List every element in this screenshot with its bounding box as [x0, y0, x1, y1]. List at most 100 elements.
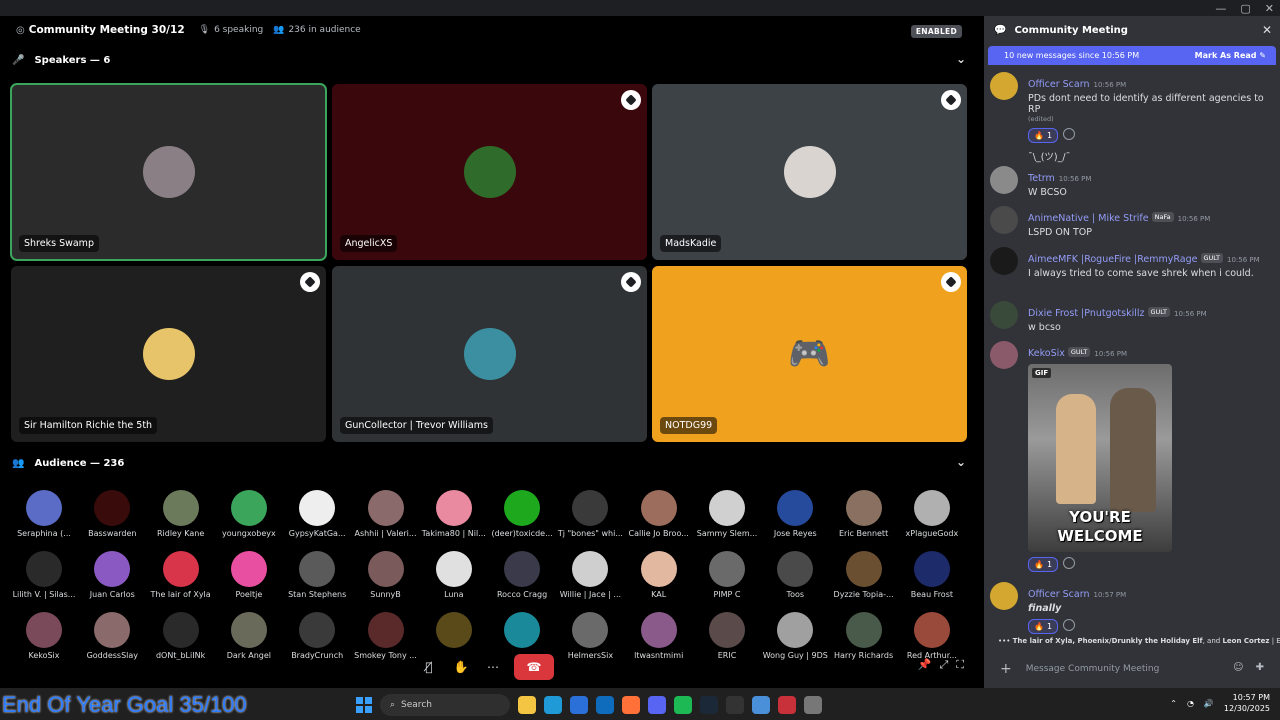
- taskbar-search[interactable]: ⌕ Search: [380, 694, 510, 716]
- clock[interactable]: 10:57 PM 12/30/2025: [1224, 692, 1270, 714]
- app-icon-store[interactable]: [570, 696, 588, 714]
- audience-member[interactable]: Willie | Jace | ...: [556, 551, 624, 599]
- audience-member[interactable]: Dyzzie Topia-...: [830, 551, 898, 599]
- add-reaction-icon[interactable]: [1063, 127, 1076, 140]
- user-avatar[interactable]: [990, 166, 1018, 194]
- user-avatar[interactable]: [990, 206, 1018, 234]
- pin-icon[interactable]: [941, 272, 961, 292]
- user-avatar[interactable]: [990, 301, 1018, 329]
- user-avatar[interactable]: [990, 582, 1018, 610]
- audience-member[interactable]: ltwasntmimi: [625, 612, 693, 660]
- message-input[interactable]: Message Community Meeting: [1026, 664, 1160, 674]
- audience-member[interactable]: KAL: [625, 551, 693, 599]
- app-icon-steam[interactable]: [700, 696, 718, 714]
- chevron-down-icon[interactable]: ⌄: [956, 52, 966, 66]
- audience-member[interactable]: Takima80 | Nil...: [420, 490, 488, 538]
- audience-member[interactable]: Smokey Tony ...: [352, 612, 420, 660]
- app-icon-valorant[interactable]: [778, 696, 796, 714]
- reaction[interactable]: 🔥 1: [1028, 128, 1059, 143]
- audience-member[interactable]: dONt_bLiINk: [147, 612, 215, 660]
- speaker-tile[interactable]: Shreks Swamp: [10, 83, 327, 261]
- user-avatar[interactable]: [990, 72, 1018, 100]
- chevron-down-icon[interactable]: ⌄: [956, 455, 966, 469]
- apps-icon[interactable]: ✚: [1256, 662, 1264, 673]
- audience-member[interactable]: PIMP C: [693, 551, 761, 599]
- user-avatar[interactable]: [990, 341, 1018, 369]
- audience-member[interactable]: [420, 612, 488, 651]
- message-composer[interactable]: + Message Community Meeting ☺ ✚: [990, 656, 1274, 682]
- speakers-header[interactable]: 🎤 Speakers — 6 ⌄: [0, 50, 976, 70]
- username[interactable]: Dixie Frost |Pnutgotskillz: [1028, 308, 1145, 319]
- audience-member[interactable]: Eric Bennett: [830, 490, 898, 538]
- app-icon-edge[interactable]: [544, 696, 562, 714]
- more-icon[interactable]: ⋯: [482, 656, 504, 678]
- speaker-tile[interactable]: Sir Hamilton Richie the 5th: [11, 266, 326, 442]
- reaction[interactable]: 🔥 1: [1028, 619, 1059, 634]
- reaction[interactable]: 🔥 1: [1028, 557, 1059, 572]
- app-icon-terminal[interactable]: [726, 696, 744, 714]
- audience-member[interactable]: Juan Carlos: [78, 551, 146, 599]
- audience-member[interactable]: Lilith V. | Silas...: [10, 551, 78, 599]
- app-icon-outlook[interactable]: [596, 696, 614, 714]
- audience-member[interactable]: youngxobeyx: [215, 490, 283, 538]
- pin-icon[interactable]: 📌: [918, 658, 932, 672]
- audience-member[interactable]: Poeltje: [215, 551, 283, 599]
- app-icon-notepad[interactable]: [752, 696, 770, 714]
- audience-header[interactable]: 👥 Audience — 236 ⌄: [0, 453, 976, 473]
- app-icon-firefox[interactable]: [622, 696, 640, 714]
- audience-member[interactable]: GoddessSlay: [78, 612, 146, 660]
- pin-icon[interactable]: [621, 272, 641, 292]
- audience-member[interactable]: Basswarden: [78, 490, 146, 538]
- username[interactable]: Tetrm: [1028, 173, 1055, 184]
- emoji-icon[interactable]: ☺: [1233, 662, 1243, 673]
- popout-icon[interactable]: ⤢: [939, 658, 948, 672]
- add-attachment-icon[interactable]: +: [1000, 661, 1012, 677]
- close-window-icon[interactable]: ✕: [1265, 2, 1274, 15]
- audience-member[interactable]: xPlagueGodx: [898, 490, 966, 538]
- username[interactable]: AnimeNative | Mike Strife: [1028, 213, 1149, 224]
- audience-member[interactable]: Sammy Slem...: [693, 490, 761, 538]
- audience-member[interactable]: Stan Stephens: [283, 551, 351, 599]
- audience-member[interactable]: SunnyB: [352, 551, 420, 599]
- audience-member[interactable]: (deer)toxicde...: [488, 490, 556, 538]
- audience-member[interactable]: Red Arthur...: [898, 612, 966, 660]
- audience-member[interactable]: Tj "bones" whi...: [556, 490, 624, 538]
- username[interactable]: Officer Scarn: [1028, 79, 1090, 90]
- close-icon[interactable]: ✕: [1262, 23, 1272, 37]
- username[interactable]: AimeeMFK |RogueFire |RemmyRage: [1028, 254, 1198, 265]
- mark-as-read-button[interactable]: Mark As Read ✎: [1195, 51, 1266, 60]
- minimize-icon[interactable]: —: [1215, 2, 1226, 15]
- speaker-tile[interactable]: GunCollector | Trevor Williams: [332, 266, 647, 442]
- audience-member[interactable]: Ridley Kane: [147, 490, 215, 538]
- add-reaction-icon[interactable]: [1063, 556, 1076, 569]
- audience-member[interactable]: Seraphina (...: [10, 490, 78, 538]
- speaker-tile[interactable]: AngelicXS: [332, 84, 647, 260]
- app-icon-discord[interactable]: [648, 696, 666, 714]
- leave-call-button[interactable]: ☎: [514, 654, 554, 680]
- wifi-icon[interactable]: ◔: [1187, 699, 1194, 708]
- chevron-up-icon[interactable]: ⌃: [1170, 699, 1177, 708]
- add-reaction-icon[interactable]: [1063, 618, 1076, 631]
- audience-member[interactable]: ERIC: [693, 612, 761, 660]
- windows-start-icon[interactable]: [356, 697, 372, 713]
- audience-member[interactable]: Rocco Cragg: [488, 551, 556, 599]
- raise-hand-icon[interactable]: ✋: [450, 656, 472, 678]
- fullscreen-icon[interactable]: ⛶: [956, 658, 964, 672]
- app-icon-spotify[interactable]: [674, 696, 692, 714]
- audience-member[interactable]: Wong Guy | 9DS: [761, 612, 829, 660]
- audience-member[interactable]: GypsyKatGa...: [283, 490, 351, 538]
- username[interactable]: Officer Scarn: [1028, 589, 1090, 600]
- audience-member[interactable]: BradyCrunch: [283, 612, 351, 660]
- gif-embed[interactable]: GIF YOU'RE WELCOME: [1028, 364, 1172, 552]
- audience-member[interactable]: Callie Jo Broo...: [625, 490, 693, 538]
- pin-icon[interactable]: [621, 90, 641, 110]
- pin-icon[interactable]: [941, 90, 961, 110]
- audience-member[interactable]: Beau Frost: [898, 551, 966, 599]
- pin-icon[interactable]: [300, 272, 320, 292]
- new-messages-bar[interactable]: 10 new messages since 10:56 PM Mark As R…: [988, 46, 1276, 65]
- app-icon-files[interactable]: [518, 696, 536, 714]
- audience-member[interactable]: HelmersSix: [556, 612, 624, 660]
- audience-member[interactable]: Dark Angel: [215, 612, 283, 660]
- user-avatar[interactable]: [990, 247, 1018, 275]
- audience-member[interactable]: The lair of Xyla: [147, 551, 215, 599]
